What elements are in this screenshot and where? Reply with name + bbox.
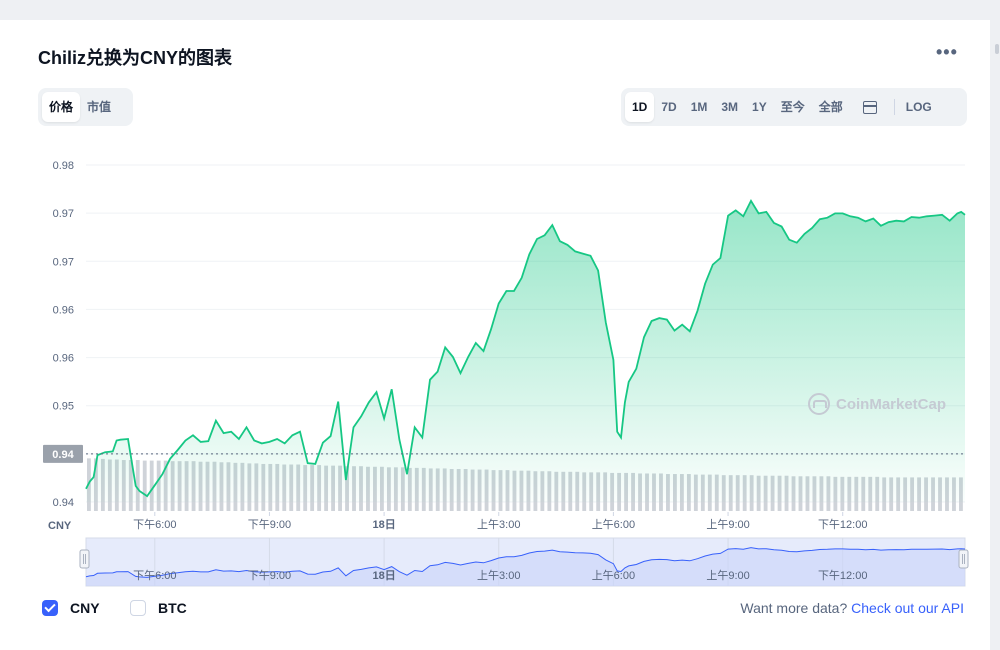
- legend-cny[interactable]: CNY: [42, 600, 100, 616]
- currency-axis-label: CNY: [48, 520, 72, 532]
- coinmarketcap-logo-icon: [808, 393, 830, 415]
- y-tick-label: 0.95: [53, 401, 74, 413]
- volume-bar: [149, 460, 154, 511]
- legend-btc-label: BTC: [158, 600, 187, 616]
- navigator-tick-label: 上午3:00: [477, 569, 520, 582]
- y-tick-label: 0.97: [53, 256, 74, 268]
- navigator-handle-left[interactable]: [79, 549, 90, 569]
- x-tick-label: 上午6:00: [592, 518, 635, 531]
- x-tick-label: 18日: [372, 518, 395, 531]
- watermark: CoinMarketCap: [808, 393, 946, 415]
- navigator-tick-label: 上午9:00: [706, 569, 749, 582]
- y-tick-label: 0.94: [53, 497, 74, 509]
- y-tick-label: 0.96: [53, 353, 74, 365]
- checkbox-checked-icon[interactable]: [42, 600, 58, 616]
- navigator-tick-label: 上午6:00: [592, 569, 635, 582]
- more-data-prompt: Want more data?: [740, 600, 848, 616]
- price-chart: 0.94 0.98 0.97 0.97 0.96 0.96 0.95 0.94 下午6:00…: [43, 160, 969, 587]
- volume-bar: [142, 460, 147, 511]
- y-tick-label: 0.96: [53, 304, 74, 316]
- y-tick-label: 0.98: [53, 160, 74, 172]
- current-price-label: 0.94: [52, 449, 74, 461]
- navigator-tick-label: 下午9:00: [248, 569, 291, 582]
- x-tick-label: 上午3:00: [477, 518, 520, 531]
- navigator-tick-label: 下午6:00: [133, 569, 176, 582]
- legend-cny-label: CNY: [70, 600, 100, 616]
- checkbox-unchecked-icon[interactable]: [130, 600, 146, 616]
- watermark-text: CoinMarketCap: [836, 395, 947, 413]
- legend-btc[interactable]: BTC: [130, 600, 187, 616]
- x-tick-label: 下午6:00: [133, 518, 176, 531]
- navigator-tick-label: 下午12:00: [818, 569, 868, 582]
- range-navigator[interactable]: 下午6:00 下午9:00 18日 上午3:00 上午6:00 上午9:00 下午12:00: [79, 537, 969, 587]
- y-tick-label: 0.97: [53, 208, 74, 220]
- navigator-handle-right[interactable]: [958, 549, 969, 569]
- x-tick-label: 下午9:00: [248, 518, 291, 531]
- api-link[interactable]: Check out our API: [851, 600, 964, 616]
- more-data-text: Want more data? Check out our API: [740, 600, 964, 616]
- navigator-tick-label: 18日: [372, 569, 395, 582]
- x-tick-label: 上午9:00: [706, 518, 749, 531]
- x-axis: 下午6:00 下午9:00 18日 上午3:00 上午6:00 上午9:00 下午12:00: [133, 512, 867, 531]
- x-tick-label: 下午12:00: [818, 518, 868, 531]
- price-area: [86, 200, 965, 502]
